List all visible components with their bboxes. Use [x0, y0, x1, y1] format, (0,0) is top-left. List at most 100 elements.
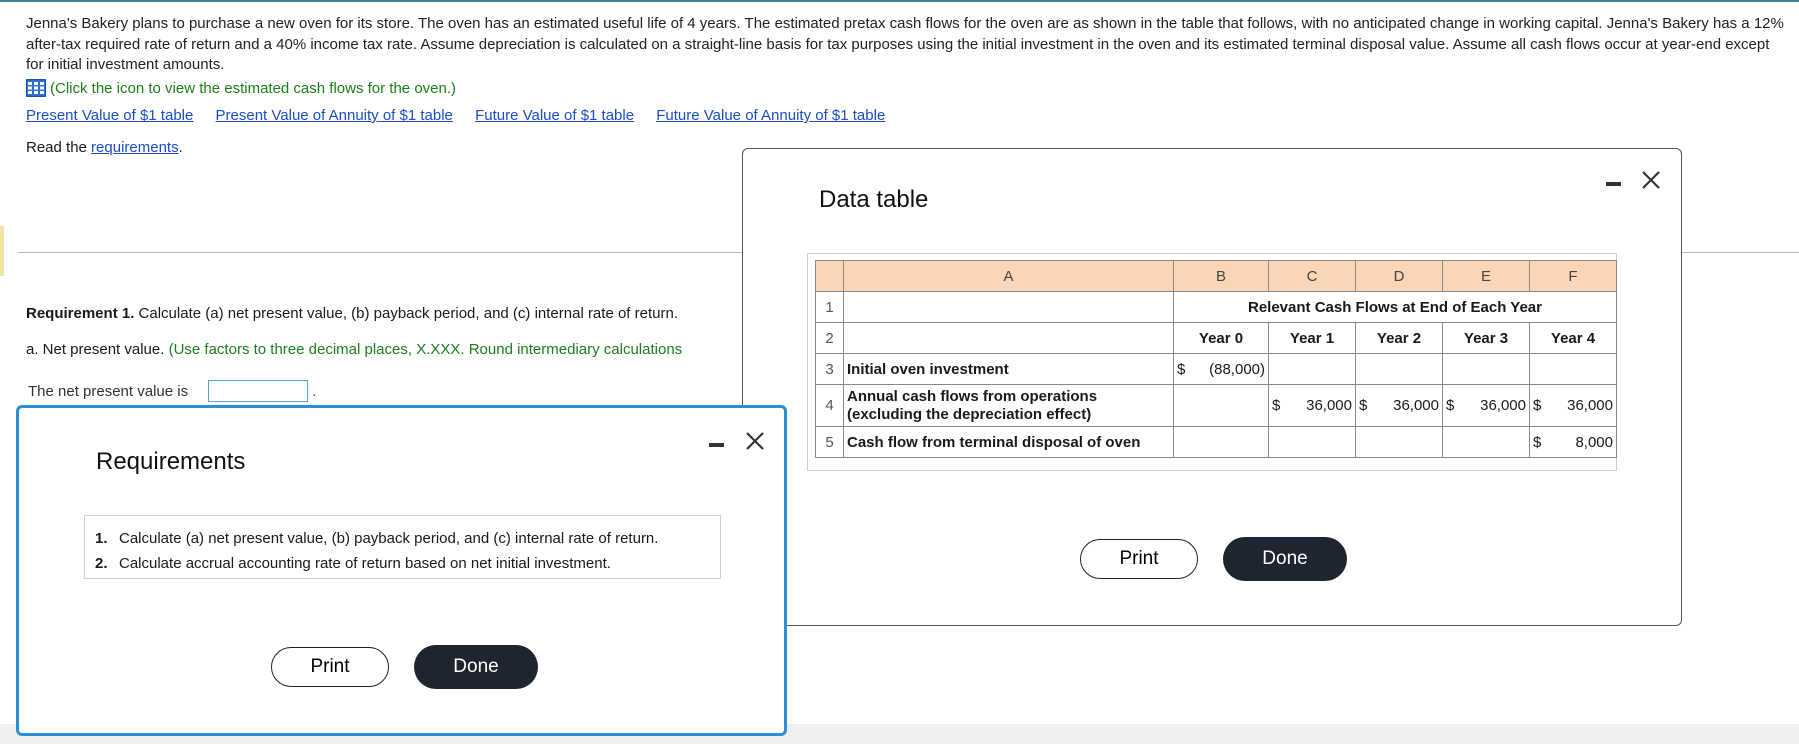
requirement-1-heading: Requirement 1. Calculate (a) net present…: [26, 305, 678, 322]
annual-cash-flow-label: Annual cash flows from operations (exclu…: [843, 384, 1174, 427]
year-2-header: Year 2: [1355, 322, 1443, 354]
year3-amount: 36,000: [1480, 396, 1526, 414]
column-letter-row: A B C D E F: [815, 260, 1617, 292]
requirements-list: 1. Calculate (a) net present value, (b) p…: [84, 515, 721, 579]
year2-cash-flow: $36,000: [1355, 384, 1443, 427]
terminal-disposal-value: $8,000: [1529, 426, 1617, 458]
year-3-header: Year 3: [1442, 322, 1530, 354]
corner-cell: [815, 260, 844, 292]
row-number-5: 5: [815, 426, 844, 458]
year3-cash-flow: $36,000: [1442, 384, 1530, 427]
row1-label-cell: [843, 291, 1174, 323]
read-requirements: Read the requirements.: [26, 139, 183, 156]
requirements-link[interactable]: requirements: [91, 139, 179, 156]
terminal-disposal-label: Cash flow from terminal disposal of oven: [843, 426, 1174, 458]
currency-sign: $: [1533, 396, 1542, 414]
table-row-3: 3 Initial oven investment $ (88,000): [815, 353, 1617, 385]
npv-input[interactable]: [208, 380, 309, 402]
table-grid-icon[interactable]: [26, 79, 46, 97]
currency-sign: $: [1177, 360, 1186, 378]
currency-sign: $: [1272, 396, 1281, 414]
requirement-text: Calculate (a) net present value, (b) pay…: [119, 530, 659, 547]
empty-cell: [1355, 426, 1443, 458]
year-1-header: Year 1: [1268, 322, 1356, 354]
part-a-instructions: a. Net present value. (Use factors to th…: [26, 341, 682, 358]
read-prefix: Read the: [26, 139, 92, 156]
data-table-modal: Data table A B C D E F 1 Relevant Cash F…: [742, 148, 1682, 626]
empty-cell: [1173, 426, 1269, 458]
table-row-5: 5 Cash flow from terminal disposal of ov…: [815, 426, 1617, 458]
year0-amount: (88,000): [1209, 360, 1265, 378]
npv-answer-row: The net present value is .: [28, 380, 316, 402]
list-item: 2. Calculate accrual accounting rate of r…: [95, 551, 720, 576]
npv-suffix: .: [312, 382, 317, 400]
currency-sign: $: [1533, 433, 1542, 451]
row-number-4: 4: [815, 384, 844, 427]
row-number-2: 2: [815, 322, 844, 354]
row-number-3: 3: [815, 353, 844, 385]
read-suffix: .: [178, 139, 183, 156]
requirement-number: 2.: [95, 555, 108, 572]
data-table-title: Data table: [819, 186, 929, 213]
minimize-icon[interactable]: [709, 443, 724, 447]
requirements-modal: Requirements 1. Calculate (a) net present…: [16, 405, 787, 736]
top-accent-line: [0, 0, 1799, 2]
empty-cell: [1529, 353, 1617, 385]
empty-cell: [1268, 426, 1356, 458]
year-4-header: Year 4: [1529, 322, 1617, 354]
table-links: Present Value of $1 table Present Value …: [26, 107, 903, 124]
data-table-print-button[interactable]: Print: [1080, 539, 1198, 579]
requirements-done-button[interactable]: Done: [414, 645, 538, 689]
pv-1-table-link[interactable]: Present Value of $1 table: [26, 107, 193, 124]
requirement-1-text: Calculate (a) net present value, (b) pay…: [134, 305, 678, 322]
list-item: 1. Calculate (a) net present value, (b) p…: [95, 526, 720, 551]
empty-cell: [1268, 353, 1356, 385]
requirements-title: Requirements: [96, 448, 246, 475]
requirement-number: 1.: [95, 530, 108, 547]
year4-cash-flow: $36,000: [1529, 384, 1617, 427]
problem-statement: Jenna's Bakery plans to purchase a new o…: [26, 15, 1784, 73]
year4-amount: 36,000: [1567, 396, 1613, 414]
year-0-header: Year 0: [1173, 322, 1269, 354]
cash-flow-table: A B C D E F 1 Relevant Cash Flows at End…: [815, 260, 1617, 458]
empty-cell: [1442, 426, 1530, 458]
table-row-1: 1 Relevant Cash Flows at End of Each Yea…: [815, 291, 1617, 323]
empty-cell: [1442, 353, 1530, 385]
part-a-label: a. Net present value.: [26, 341, 165, 358]
cash-flow-hint[interactable]: (Click the icon to view the estimated ca…: [26, 78, 456, 98]
part-a-hint: (Use factors to three decimal places, X.…: [164, 341, 683, 358]
requirements-print-button[interactable]: Print: [271, 647, 389, 687]
year1-cash-flow: $36,000: [1268, 384, 1356, 427]
header-span-cell: Relevant Cash Flows at End of Each Year: [1173, 291, 1617, 323]
npv-label: The net present value is: [28, 382, 189, 400]
year4-disposal-amount: 8,000: [1575, 433, 1613, 451]
initial-investment-label: Initial oven investment: [843, 353, 1174, 385]
empty-cell: [1173, 384, 1269, 427]
data-table-done-button[interactable]: Done: [1223, 537, 1347, 581]
col-letter-e: E: [1442, 260, 1530, 292]
fv-1-table-link[interactable]: Future Value of $1 table: [475, 107, 634, 124]
hint-text[interactable]: (Click the icon to view the estimated ca…: [50, 80, 456, 97]
col-letter-d: D: [1355, 260, 1443, 292]
currency-sign: $: [1446, 396, 1455, 414]
minimize-icon[interactable]: [1606, 182, 1621, 186]
col-letter-b: B: [1173, 260, 1269, 292]
currency-sign: $: [1359, 396, 1368, 414]
col-letter-c: C: [1268, 260, 1356, 292]
close-icon[interactable]: [1640, 169, 1662, 191]
row-number-1: 1: [815, 291, 844, 323]
fv-annuity-table-link[interactable]: Future Value of Annuity of $1 table: [656, 107, 885, 124]
annual-cash-flow-label-line2: (excluding the depreciation effect): [847, 405, 1092, 423]
initial-investment-value: $ (88,000): [1173, 353, 1269, 385]
year1-amount: 36,000: [1306, 396, 1352, 414]
row2-label-cell: [843, 322, 1174, 354]
requirement-text: Calculate accrual accounting rate of ret…: [119, 555, 611, 572]
left-accent-bar: [0, 226, 4, 276]
close-icon[interactable]: [744, 430, 766, 452]
col-letter-f: F: [1529, 260, 1617, 292]
table-row-4: 4 Annual cash flows from operations (exc…: [815, 384, 1617, 427]
table-row-2: 2 Year 0 Year 1 Year 2 Year 3 Year 4: [815, 322, 1617, 354]
requirement-1-label: Requirement 1.: [26, 305, 135, 322]
pv-annuity-table-link[interactable]: Present Value of Annuity of $1 table: [216, 107, 453, 124]
col-letter-a: A: [843, 260, 1174, 292]
